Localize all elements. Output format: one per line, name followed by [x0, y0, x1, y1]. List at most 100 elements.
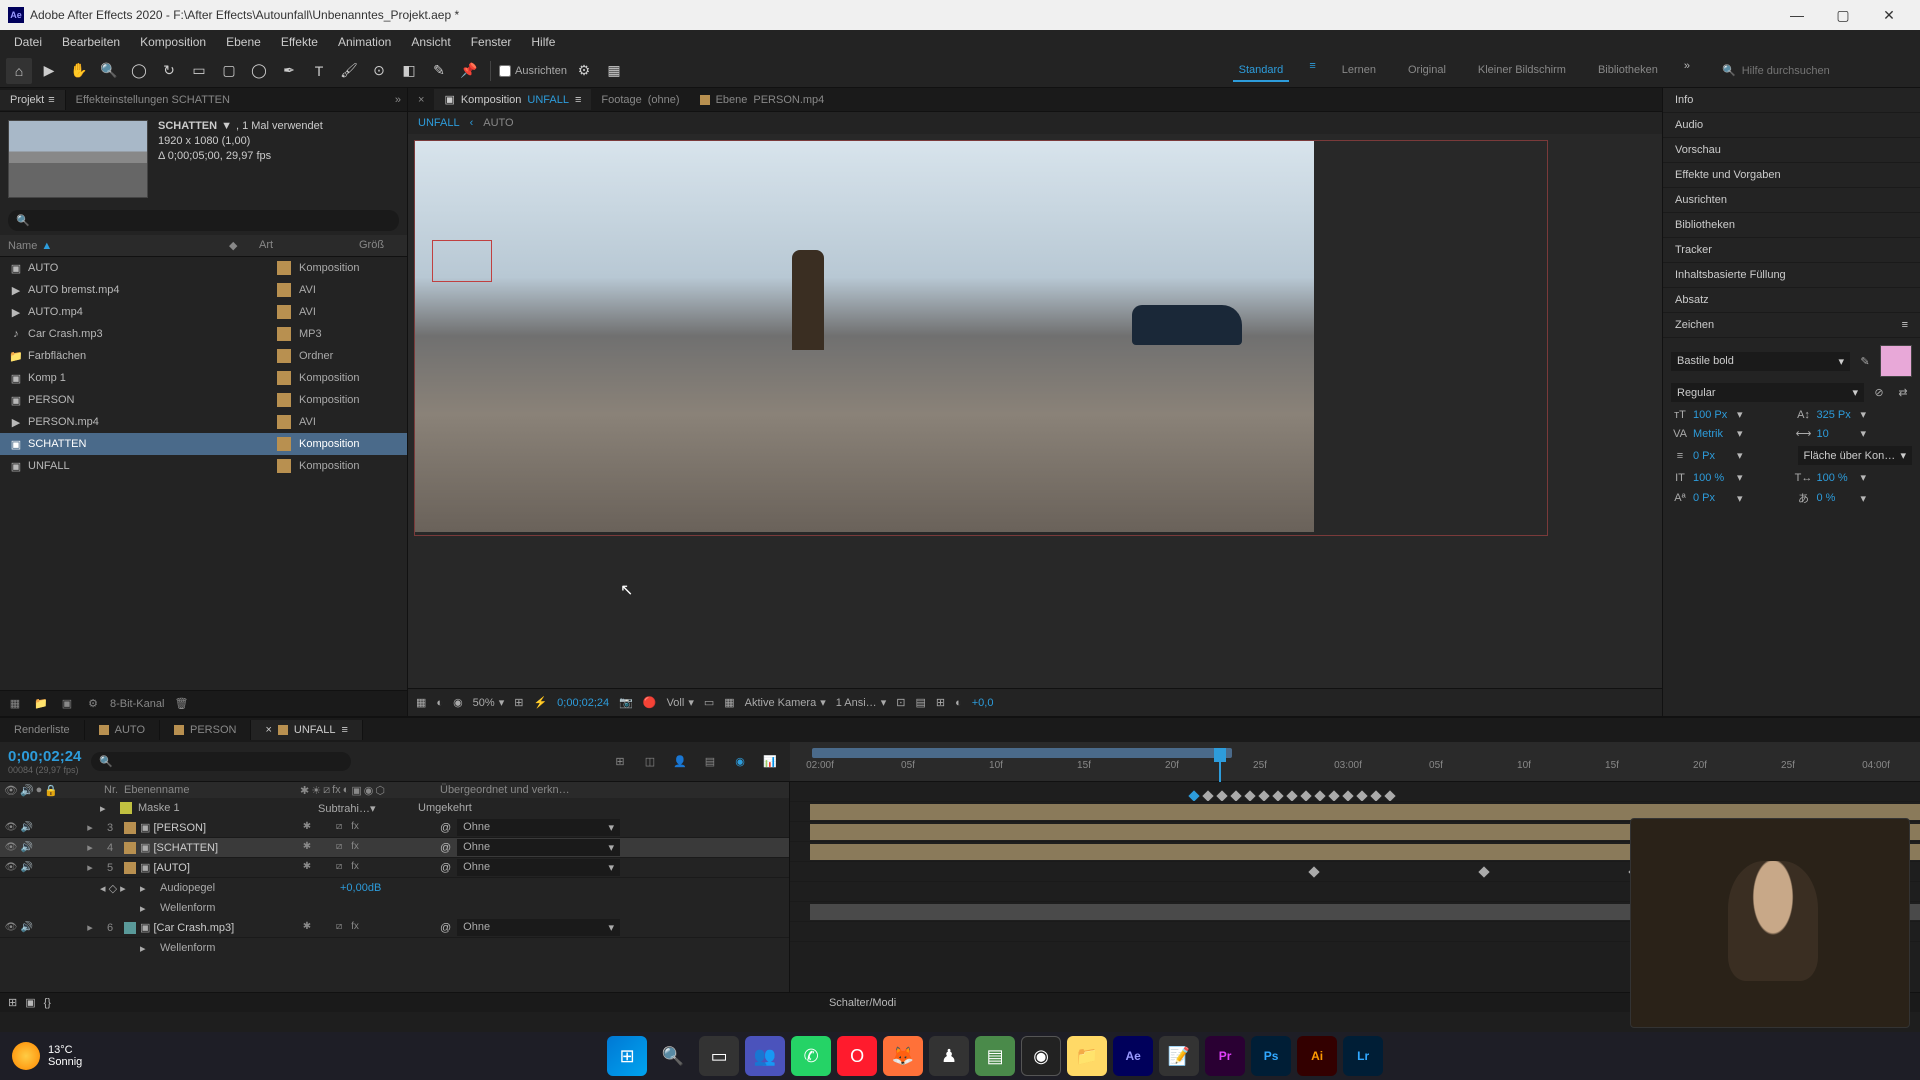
project-item[interactable]: ▣ UNFALL Komposition: [0, 455, 407, 477]
no-fill-icon[interactable]: ⊘: [1870, 386, 1888, 399]
mask-row[interactable]: ▸Maske 1Subtrahi…▾Umgekehrt: [0, 798, 789, 818]
project-search[interactable]: 🔍: [8, 210, 399, 231]
weather-widget[interactable]: 13°C Sonnig: [12, 1042, 82, 1070]
stroke-option-select[interactable]: Fläche über Kon…▾: [1798, 446, 1913, 465]
panel-ausrichten[interactable]: Ausrichten: [1663, 188, 1920, 213]
help-search[interactable]: 🔍: [1714, 62, 1914, 79]
solo-toggle[interactable]: [36, 861, 50, 875]
taskbar-search[interactable]: 🔍: [653, 1036, 693, 1076]
maximize-button[interactable]: ▢: [1820, 0, 1866, 30]
pen-tool[interactable]: ✒: [276, 58, 302, 84]
tracking-value[interactable]: 10: [1817, 428, 1857, 440]
baseline-value[interactable]: 0 Px: [1693, 492, 1733, 504]
parent-select[interactable]: Ohne▾: [457, 839, 620, 856]
leading-value[interactable]: 325 Px: [1817, 409, 1857, 421]
hscale-value[interactable]: 100 %: [1817, 472, 1857, 484]
snap-toggle[interactable]: Ausrichten: [499, 65, 567, 77]
hand-tool[interactable]: ✋: [66, 58, 92, 84]
viewer-tab-footage[interactable]: Footage (ohne): [591, 90, 689, 110]
interpret-footage-icon[interactable]: ▦: [6, 695, 24, 713]
item-label-color[interactable]: [277, 371, 291, 385]
new-folder-icon[interactable]: 📁: [32, 695, 50, 713]
work-area-bar[interactable]: [812, 748, 1232, 758]
fast-preview-icon[interactable]: ⚡: [533, 696, 547, 709]
shy-switch[interactable]: ✱: [300, 821, 314, 835]
menu-bearbeiten[interactable]: Bearbeiten: [52, 31, 130, 53]
visibility-toggle[interactable]: 👁: [4, 921, 18, 935]
grid-icon[interactable]: ⊞: [936, 696, 945, 709]
item-label-color[interactable]: [277, 393, 291, 407]
workspace-standard[interactable]: Standard: [1233, 60, 1290, 82]
panel-zeichen[interactable]: Zeichen≡: [1663, 313, 1920, 338]
col-name[interactable]: Name ▲: [8, 239, 229, 252]
project-tab[interactable]: Projekt ≡: [0, 90, 66, 110]
graph-editor-icon[interactable]: 📊: [758, 750, 782, 774]
shy-icon[interactable]: 👤: [668, 750, 692, 774]
track-row[interactable]: [790, 782, 1920, 802]
shy-switch[interactable]: ✱: [300, 841, 314, 855]
dropdown-icon[interactable]: ▼: [221, 120, 232, 132]
panel-info[interactable]: Info: [1663, 88, 1920, 113]
frameblend-icon[interactable]: ▤: [698, 750, 722, 774]
item-label-color[interactable]: [277, 283, 291, 297]
bit-depth[interactable]: 8-Bit-Kanal: [110, 698, 164, 710]
menu-effekte[interactable]: Effekte: [271, 31, 328, 53]
parent-select[interactable]: Ohne▾: [457, 859, 620, 876]
tl-tab-auto[interactable]: AUTO: [85, 720, 160, 740]
layer-row[interactable]: 👁 🔊 ▸ 5 ▣ [AUTO] ✱ ⧄fx @ Ohne▾: [0, 858, 789, 878]
help-search-input[interactable]: [1742, 65, 1882, 77]
viewer-tab-comp[interactable]: ▣ Komposition UNFALL ≡: [434, 89, 591, 110]
ref-toggle-icon[interactable]: ◉: [453, 696, 463, 709]
orbit-tool[interactable]: ◯: [126, 58, 152, 84]
stroke-value[interactable]: 0 Px: [1693, 450, 1733, 462]
property-row[interactable]: ◂ ◇ ▸▸Audiopegel+0,00dB: [0, 878, 789, 898]
taskbar-whatsapp[interactable]: ✆: [791, 1036, 831, 1076]
shy-switch[interactable]: ✱: [300, 861, 314, 875]
item-label-color[interactable]: [277, 305, 291, 319]
selection-tool[interactable]: ▶: [36, 58, 62, 84]
tl-tab-unfall[interactable]: × UNFALL ≡: [251, 720, 362, 740]
pixel-aspect-icon[interactable]: ⊡: [896, 696, 905, 709]
audio-toggle[interactable]: 🔊: [20, 821, 34, 835]
workspace-original[interactable]: Original: [1402, 60, 1452, 82]
camera-select[interactable]: Aktive Kamera ▾: [745, 696, 826, 709]
parent-pickwhip-icon[interactable]: @: [440, 862, 451, 874]
camera-tool[interactable]: ▭: [186, 58, 212, 84]
taskbar-opera[interactable]: O: [837, 1036, 877, 1076]
task-view[interactable]: ▭: [699, 1036, 739, 1076]
snap-edge[interactable]: ▦: [601, 58, 627, 84]
minimize-button[interactable]: —: [1774, 0, 1820, 30]
solo-toggle[interactable]: [36, 841, 50, 855]
workspace-kleiner[interactable]: Kleiner Bildschirm: [1472, 60, 1572, 82]
taskbar-explorer[interactable]: 📁: [1067, 1036, 1107, 1076]
panel-overflow-icon[interactable]: »: [389, 94, 407, 106]
solo-col-icon[interactable]: ●: [36, 784, 43, 797]
rotate-tool[interactable]: ↻: [156, 58, 182, 84]
timeline-footer-icon[interactable]: ▣: [25, 996, 35, 1009]
toggle-switches-icon[interactable]: ⊞: [8, 996, 17, 1009]
twirl-icon[interactable]: ▸: [80, 861, 100, 874]
property-row[interactable]: ▸Wellenform: [0, 898, 789, 918]
motionblur-icon[interactable]: ◉: [728, 750, 752, 774]
col-size[interactable]: Größ: [359, 239, 399, 252]
zoom-select[interactable]: 50% ▾: [473, 696, 505, 709]
project-item-list[interactable]: ▣ AUTO Komposition▶ AUTO bremst.mp4 AVI▶…: [0, 257, 407, 690]
kerning-value[interactable]: Metrik: [1693, 428, 1733, 440]
layer-row[interactable]: 👁 🔊 ▸ 3 ▣ [PERSON] ✱ ⧄fx @ Ohne▾: [0, 818, 789, 838]
resolution-icon[interactable]: ⊞: [514, 696, 523, 709]
tl-tab-renderliste[interactable]: Renderliste: [0, 720, 85, 740]
visibility-toggle[interactable]: 👁: [4, 841, 18, 855]
menu-ansicht[interactable]: Ansicht: [401, 31, 460, 53]
draft3d-icon[interactable]: ◫: [638, 750, 662, 774]
breadcrumb-auto[interactable]: AUTO: [483, 117, 513, 129]
item-label-color[interactable]: [277, 349, 291, 363]
audio-toggle[interactable]: 🔊: [20, 861, 34, 875]
menu-datei[interactable]: Datei: [4, 31, 52, 53]
project-item[interactable]: ▶ PERSON.mp4 AVI: [0, 411, 407, 433]
menu-fenster[interactable]: Fenster: [461, 31, 522, 53]
layer-row[interactable]: 👁 🔊 ▸ 4 ▣ [SCHATTEN] ✱ ⧄fx @ Ohne▾: [0, 838, 789, 858]
taskbar-app[interactable]: 📝: [1159, 1036, 1199, 1076]
shy-switch[interactable]: ✱: [300, 921, 314, 935]
panel-effekte[interactable]: Effekte und Vorgaben: [1663, 163, 1920, 188]
mask-toggle-icon[interactable]: ◐: [436, 697, 443, 709]
